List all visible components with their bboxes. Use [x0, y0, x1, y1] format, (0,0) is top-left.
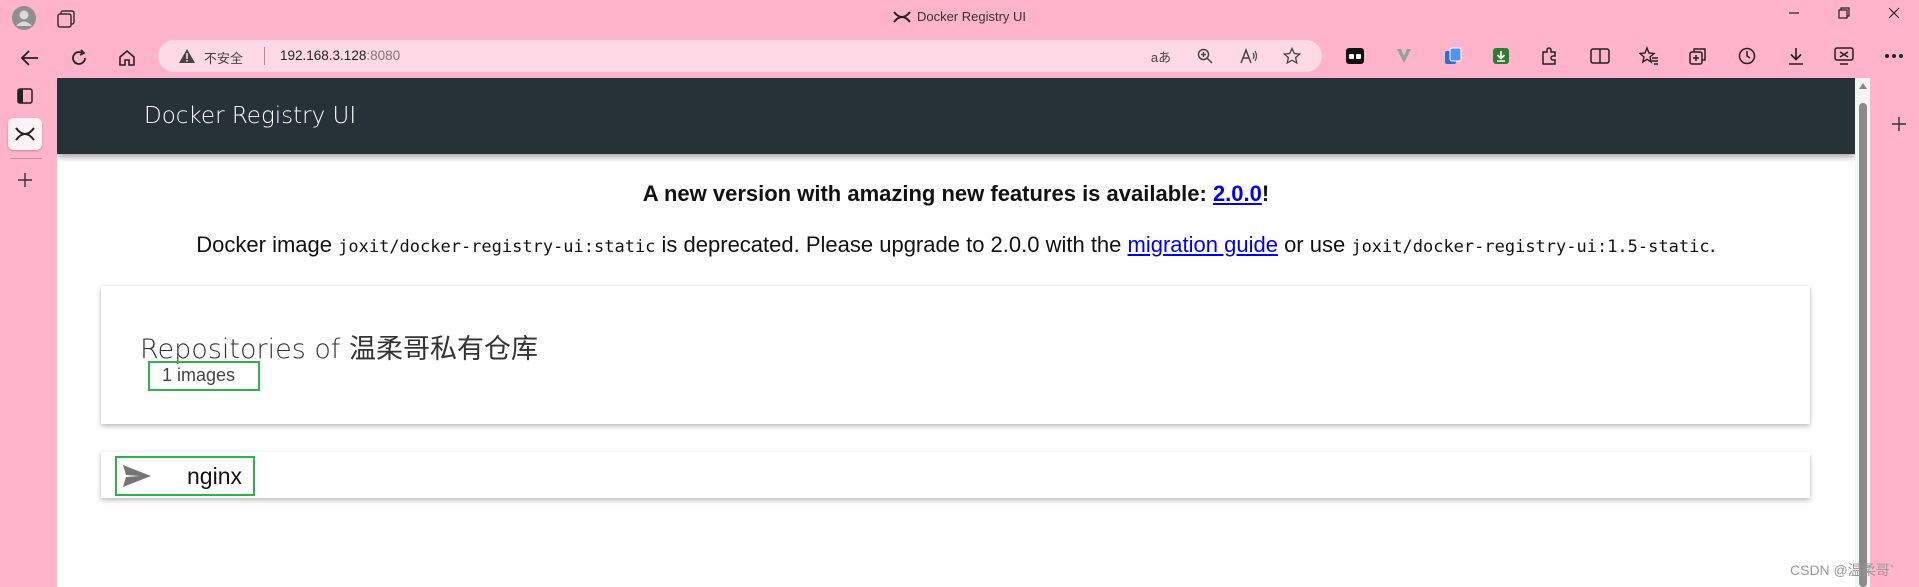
plus-icon	[1892, 117, 1906, 131]
web-page: Docker Registry UI A new version with am…	[57, 78, 1855, 587]
close-icon	[1888, 7, 1900, 19]
close-window-button[interactable]	[1876, 6, 1912, 30]
extension-copy-icon[interactable]	[1439, 42, 1467, 70]
repository-item-highlight[interactable]: nginx	[115, 456, 255, 496]
history-icon[interactable]	[1733, 42, 1761, 70]
window-title-text: Docker Registry UI	[916, 9, 1027, 24]
app-header-title[interactable]: Docker Registry UI	[144, 103, 356, 129]
scrollbar-thumb[interactable]	[1859, 103, 1867, 587]
new-version-notice: A new version with amazing new features …	[57, 181, 1855, 207]
warning-icon[interactable]	[178, 48, 196, 64]
address-separator	[264, 47, 265, 65]
extension-v-icon[interactable]	[1390, 42, 1418, 70]
deprecation-notice: Docker image joxit/docker-registry-ui:st…	[57, 232, 1855, 258]
extension-download-icon[interactable]	[1487, 42, 1515, 70]
notice-headline-text: A new version with amazing new features …	[642, 181, 1213, 206]
csdn-watermark: CSDN @温柔哥`	[1790, 562, 1895, 578]
screenshot-icon[interactable]	[1830, 42, 1858, 70]
vertical-tabs-toggle-button[interactable]	[8, 80, 42, 112]
navigation-bar: 不安全 192.168.3.128:8080 aあ	[0, 38, 1919, 74]
reading-mode-icon[interactable]: aあ	[1150, 46, 1172, 66]
restore-icon	[1838, 7, 1850, 19]
page-scrollbar[interactable]	[1855, 78, 1870, 587]
deprecation-text-end: .	[1709, 232, 1716, 257]
repository-list-item[interactable]: nginx	[101, 452, 1810, 498]
zoom-icon[interactable]	[1194, 46, 1216, 66]
app-header: Docker Registry UI	[57, 78, 1855, 154]
docker-registry-favicon-icon	[893, 11, 911, 23]
minimize-button[interactable]	[1776, 6, 1812, 30]
new-version-link[interactable]: 2.0.0	[1213, 181, 1262, 206]
collections-icon[interactable]	[1684, 42, 1712, 70]
send-icon	[123, 465, 151, 487]
minimize-icon	[1789, 12, 1799, 14]
extension-icon[interactable]	[1341, 42, 1369, 70]
restore-button[interactable]	[1826, 6, 1862, 30]
url-port: :8080	[366, 48, 401, 63]
repository-name[interactable]: nginx	[187, 463, 242, 490]
title-bar: Docker Registry UI	[0, 0, 1919, 36]
docker-registry-favicon-icon	[15, 127, 35, 141]
scroll-up-arrow-icon[interactable]	[1859, 83, 1867, 89]
url-text[interactable]: 192.168.3.128:8080	[280, 48, 400, 63]
right-sidebar	[1880, 78, 1919, 587]
not-secure-label[interactable]: 不安全	[204, 48, 243, 67]
images-count: 1 images	[162, 365, 236, 385]
refresh-button[interactable]	[65, 44, 93, 72]
alternative-image-code: joxit/docker-registry-ui:1.5-static	[1351, 237, 1710, 257]
extensions-puzzle-icon[interactable]	[1535, 42, 1563, 70]
back-arrow-icon	[20, 50, 38, 66]
deprecated-image-code: joxit/docker-registry-ui:static	[338, 237, 656, 257]
read-aloud-icon[interactable]	[1238, 46, 1260, 66]
home-icon	[119, 49, 135, 66]
favorites-icon[interactable]	[1635, 42, 1663, 70]
migration-guide-link[interactable]: migration guide	[1128, 232, 1278, 257]
new-tab-button[interactable]	[8, 164, 42, 196]
more-icon[interactable]	[1880, 42, 1908, 70]
back-button[interactable]	[16, 44, 44, 72]
notice-headline-suffix: !	[1261, 181, 1270, 206]
repositories-card: Repositories of 温柔哥私有仓库 1 images	[101, 286, 1810, 424]
tab-docker-registry-ui[interactable]	[8, 118, 42, 150]
split-screen-icon[interactable]	[1586, 42, 1614, 70]
favorite-star-icon[interactable]	[1281, 46, 1303, 66]
refresh-icon	[72, 49, 86, 65]
deprecation-text-or: or use	[1277, 232, 1352, 257]
sidebar-panel-icon	[17, 88, 33, 104]
downloads-icon[interactable]	[1782, 42, 1810, 70]
sidebar-add-button[interactable]	[1882, 108, 1916, 140]
vertical-tabs-strip	[0, 78, 52, 587]
tab-strip-divider	[10, 158, 42, 159]
url-host: 192.168.3.128	[280, 48, 367, 63]
home-button[interactable]	[113, 44, 141, 72]
address-bar[interactable]: 不安全 192.168.3.128:8080 aあ	[158, 40, 1322, 72]
images-count-box: 1 images	[148, 361, 260, 391]
window-title: Docker Registry UI	[0, 9, 1919, 24]
deprecation-text-prefix: Docker image	[196, 232, 339, 257]
deprecation-text-mid: is deprecated. Please upgrade to 2.0.0 w…	[655, 232, 1128, 257]
plus-icon	[18, 173, 32, 187]
